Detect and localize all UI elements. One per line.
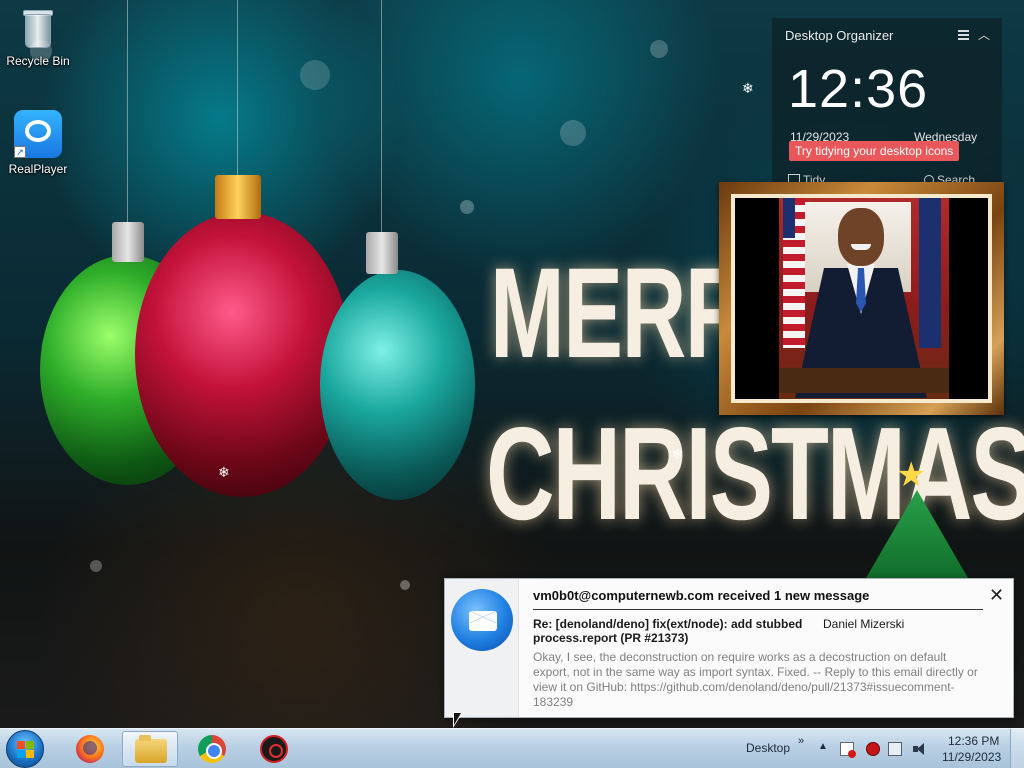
firefox-icon	[76, 735, 104, 763]
star-icon: ★	[896, 456, 927, 494]
desktop-icon-realplayer[interactable]: ↗ RealPlayer	[0, 110, 76, 176]
bokeh-light	[560, 120, 586, 146]
desktop-icon-recycle-bin[interactable]: Recycle Bin	[0, 6, 76, 68]
realplayer-icon: ↗	[14, 110, 62, 158]
bokeh-light	[650, 40, 668, 58]
ornament-cap	[112, 222, 144, 262]
photo-frame-widget[interactable]	[719, 182, 1004, 415]
email-sender: Daniel Mizerski	[823, 617, 905, 631]
recycle-bin-icon	[21, 6, 55, 50]
ornament-cap	[366, 232, 398, 274]
ornament-string	[127, 0, 128, 222]
red-ornament	[135, 212, 350, 497]
taskbar: Desktop » ▲ 12:36 PM 11/29/2023	[0, 728, 1024, 768]
organizer-title: Desktop Organizer	[785, 28, 894, 43]
desktop-icon-label: Recycle Bin	[6, 54, 70, 68]
email-notification[interactable]: vm0b0t@computernewb.com received 1 new m…	[444, 578, 1014, 718]
snowflake-icon: ❄	[672, 446, 684, 462]
ornament-string	[381, 0, 382, 232]
shortcut-arrow-icon: ↗	[14, 146, 26, 158]
presidential-flag	[919, 198, 941, 348]
snowflake-icon: ❄	[742, 80, 754, 96]
close-icon[interactable]: ✕	[989, 585, 1004, 605]
red-tray-app-icon[interactable]	[866, 742, 880, 756]
desktop-organizer-widget: Desktop Organizer ︿ 12:36 11/29/2023 Wed…	[772, 18, 1002, 193]
bokeh-light	[300, 60, 330, 90]
desktop-toolbar-label[interactable]: Desktop	[746, 741, 790, 755]
chevron-right-icon[interactable]: »	[798, 735, 804, 747]
show-hidden-icons-button[interactable]: ▲	[818, 741, 828, 752]
email-subject[interactable]: Re: [denoland/deno] fix(ext/node): add s…	[533, 617, 803, 645]
chrome-icon	[198, 735, 226, 763]
ornament-string	[237, 0, 238, 175]
bokeh-light	[400, 580, 410, 590]
start-button[interactable]	[6, 730, 44, 768]
red-gear-app-icon	[260, 735, 288, 763]
taskbar-clock-date[interactable]: 11/29/2023	[942, 750, 1001, 764]
taskbar-file-explorer[interactable]	[122, 731, 178, 767]
folder-icon	[135, 735, 167, 763]
snowflake-icon: ❄	[218, 464, 230, 480]
wallpaper-text-christmas: CHRISTMAS	[486, 400, 1024, 547]
taskbar-chrome[interactable]	[184, 731, 240, 767]
desktop-icon-label: RealPlayer	[8, 162, 68, 176]
organizer-clock: 12:36	[788, 59, 929, 119]
show-desktop-button[interactable]	[1010, 729, 1024, 768]
taskbar-clock-time[interactable]: 12:36 PM	[948, 734, 999, 748]
bokeh-light	[90, 560, 102, 572]
taskbar-app[interactable]	[246, 731, 302, 767]
us-flag	[783, 198, 805, 348]
thunderbird-icon	[451, 589, 513, 651]
notification-headline: vm0b0t@computernewb.com received 1 new m…	[533, 588, 870, 603]
teal-ornament	[320, 270, 475, 500]
bokeh-light	[460, 200, 474, 214]
ornament-cap	[215, 175, 261, 219]
network-icon[interactable]	[888, 742, 902, 756]
divider	[533, 609, 983, 610]
notification-icon-column	[445, 579, 519, 717]
menu-icon[interactable]	[958, 30, 969, 40]
portrait-photo	[735, 198, 988, 399]
windows-logo-icon	[17, 741, 35, 759]
chevron-up-icon[interactable]: ︿	[978, 26, 990, 43]
mouse-cursor-icon	[453, 712, 463, 728]
volume-icon[interactable]	[912, 742, 926, 756]
taskbar-firefox[interactable]	[62, 731, 118, 767]
organizer-tip-badge[interactable]: Try tidying your desktop icons	[789, 141, 960, 161]
action-center-flag-icon[interactable]	[840, 742, 856, 758]
photo-mat	[731, 194, 992, 403]
email-preview: Okay, I see, the deconstruction on requi…	[533, 650, 978, 709]
